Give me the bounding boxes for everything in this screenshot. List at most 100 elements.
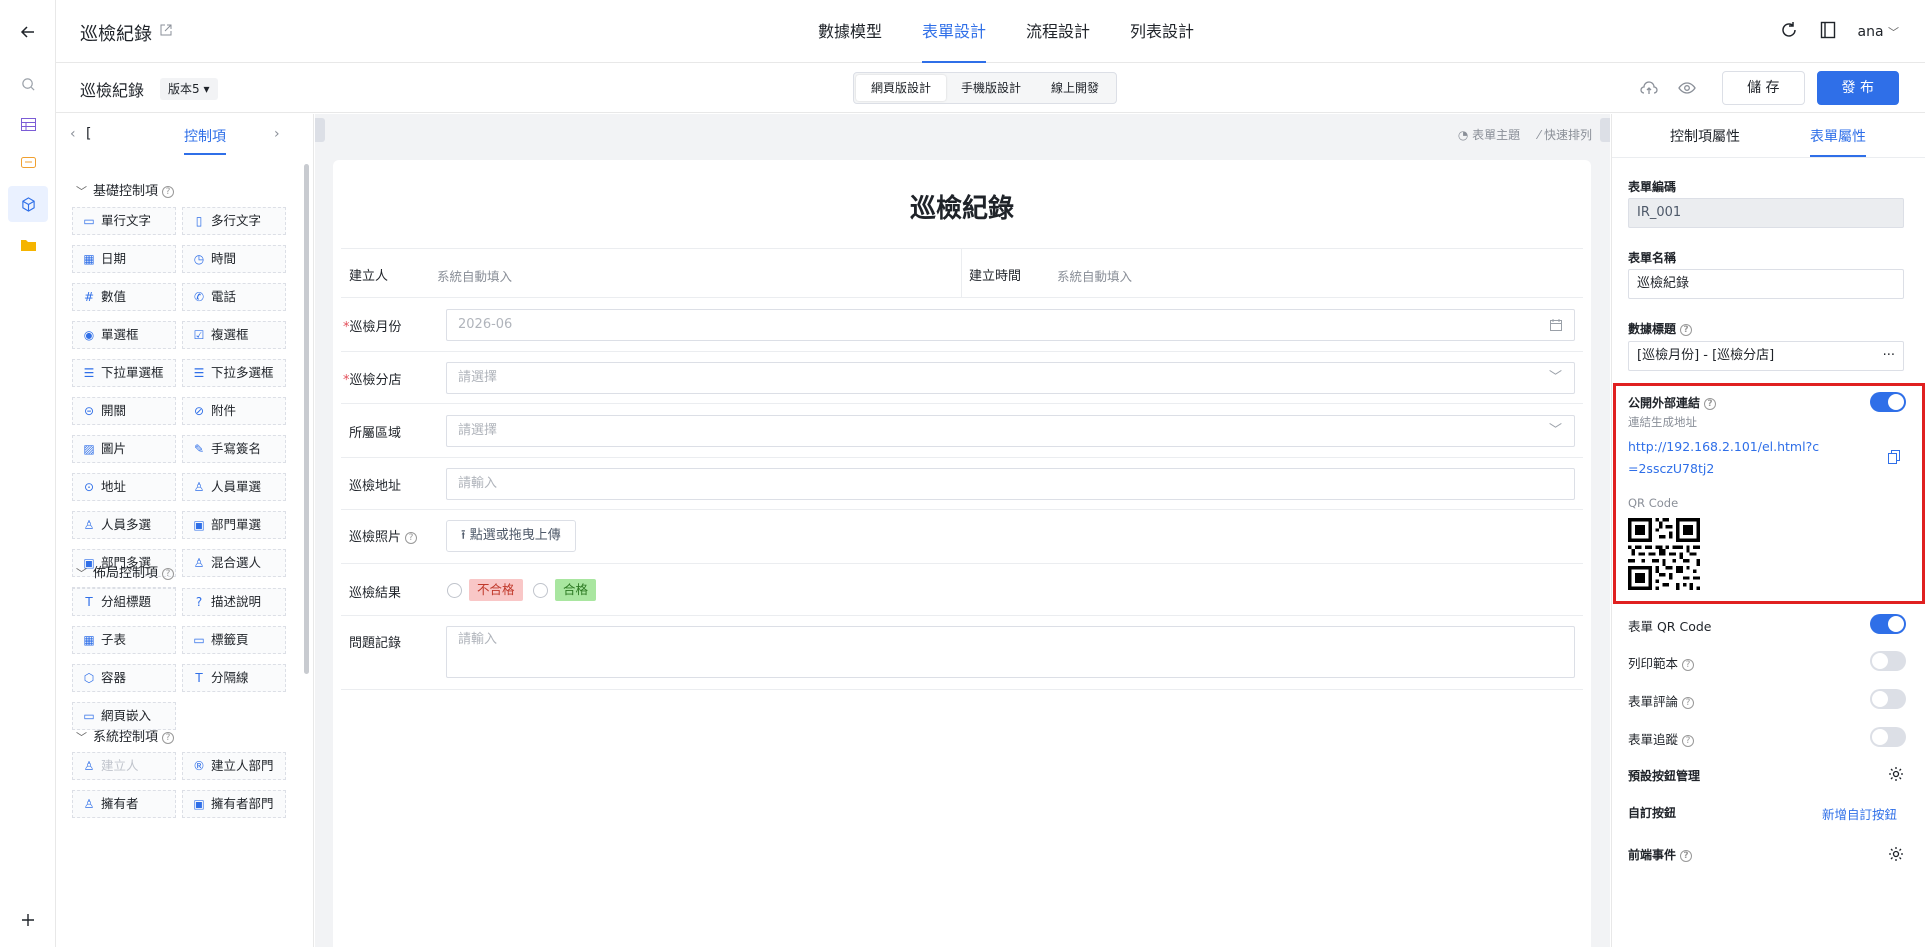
basic-control-3[interactable]: ◷ 時間: [182, 245, 286, 273]
gear-icon[interactable]: [1888, 846, 1904, 862]
layout-control-3[interactable]: ▭ 標籤頁: [182, 626, 286, 654]
external-link-icon[interactable]: [160, 24, 172, 40]
field-row-month[interactable]: *巡檢月份 2026-06: [341, 298, 1583, 352]
tab-control-props[interactable]: 控制項屬性: [1670, 126, 1740, 146]
basic-control-10[interactable]: ⊝ 開關: [72, 397, 176, 425]
control-label: 描述說明: [211, 594, 262, 609]
help-icon: ?: [1682, 659, 1695, 671]
basic-control-15[interactable]: ♙ 人員單選: [182, 473, 286, 501]
month-date-input[interactable]: 2026-06: [446, 309, 1575, 341]
basic-control-17[interactable]: ▣ 部門單選: [182, 511, 286, 539]
field-row-area[interactable]: 所屬區域 請選擇 ﹀: [341, 404, 1583, 458]
basic-control-14[interactable]: ⊙ 地址: [72, 473, 176, 501]
basic-control-12[interactable]: ▨ 圖片: [72, 435, 176, 463]
basic-control-0[interactable]: ▭ 單行文字: [72, 207, 176, 235]
basic-control-2[interactable]: ▦ 日期: [72, 245, 176, 273]
basic-control-8[interactable]: ☰ 下拉單選框: [72, 359, 176, 387]
palette-scrollbar[interactable]: [304, 164, 309, 674]
chevron-left-icon[interactable]: ‹: [70, 126, 76, 142]
tab-flow-design[interactable]: 流程設計: [1006, 0, 1110, 63]
layout-control-2[interactable]: ▦ 子表: [72, 626, 176, 654]
system-control-0[interactable]: ♙ 建立人: [72, 752, 176, 780]
field-row-result[interactable]: 巡檢結果 不合格 合格: [341, 564, 1583, 616]
layout-control-4[interactable]: ⬡ 容器: [72, 664, 176, 692]
table-icon[interactable]: [14, 110, 42, 138]
system-control-3[interactable]: ▣ 擁有者部門: [182, 790, 286, 818]
publish-button[interactable]: 發 布: [1816, 71, 1899, 105]
tab-list-design[interactable]: 列表設計: [1110, 0, 1214, 63]
basic-control-19[interactable]: ♙ 混合選人: [182, 549, 286, 577]
form-theme-button[interactable]: ◔ 表單主題: [1458, 126, 1520, 143]
system-control-2[interactable]: ♙ 擁有者: [72, 790, 176, 818]
basic-control-16[interactable]: ♙ 人員多選: [72, 511, 176, 539]
gear-icon[interactable]: [1888, 766, 1904, 782]
radio-fail[interactable]: [447, 583, 462, 598]
control-label: 單選框: [101, 327, 139, 342]
tab-controls[interactable]: 控制項: [184, 126, 226, 155]
basic-control-9[interactable]: ☰ 下拉多選框: [182, 359, 286, 387]
form-qr-toggle[interactable]: [1870, 614, 1906, 634]
tab-prev-partial[interactable]: [: [86, 126, 91, 142]
form-comment-toggle[interactable]: [1870, 689, 1906, 709]
book-icon[interactable]: [1820, 21, 1836, 43]
tab-data-model[interactable]: 數據模型: [798, 0, 902, 63]
collapse-left-handle[interactable]: [315, 118, 325, 142]
calendar-icon: [1550, 310, 1562, 343]
version-select[interactable]: 版本5 ▾: [160, 78, 218, 100]
refresh-icon[interactable]: [1780, 21, 1798, 43]
branch-select[interactable]: 請選擇 ﹀: [446, 362, 1575, 394]
address-input[interactable]: 請輸入: [446, 468, 1575, 500]
basic-control-5[interactable]: ✆ 電話: [182, 283, 286, 311]
basic-control-1[interactable]: ▯ 多行文字: [182, 207, 286, 235]
field-row-issue[interactable]: 問題記錄 請輸入: [341, 616, 1583, 690]
system-control-1[interactable]: ® 建立人部門: [182, 752, 286, 780]
field-row-photo[interactable]: 巡檢照片? ⭱ 點選或拖曳上傳: [341, 510, 1583, 564]
upload-button[interactable]: ⭱ 點選或拖曳上傳: [446, 520, 576, 552]
basic-control-7[interactable]: ☑ 複選框: [182, 321, 286, 349]
area-placeholder: 請選擇: [458, 423, 498, 438]
folder-icon[interactable]: [14, 230, 42, 258]
form-trace-toggle[interactable]: [1870, 727, 1906, 747]
quick-arrange-button[interactable]: ⁄ 快速排列: [1538, 126, 1592, 143]
group-basic[interactable]: ﹀ 基礎控制項?: [76, 180, 175, 199]
form-code-input[interactable]: IR_001: [1628, 198, 1904, 228]
eye-icon[interactable]: [1674, 75, 1700, 101]
canvas-tools: ◔ 表單主題 ⁄ 快速排列: [1458, 126, 1592, 143]
field-row-creator[interactable]: 建立人 系統自動填入 建立時間 系統自動填入: [341, 248, 1583, 298]
tab-form-props[interactable]: 表單屬性: [1810, 126, 1866, 157]
save-button[interactable]: 儲 存: [1722, 71, 1805, 105]
cube-icon[interactable]: [8, 186, 48, 222]
form-name-input[interactable]: 巡檢紀錄: [1628, 269, 1904, 299]
basic-control-6[interactable]: ◉ 單選框: [72, 321, 176, 349]
basic-control-11[interactable]: ⊘ 附件: [182, 397, 286, 425]
group-layout[interactable]: ﹀ 佈局控制項?: [76, 562, 175, 581]
user-menu[interactable]: ana ﹀: [1858, 24, 1899, 40]
field-row-address[interactable]: 巡檢地址 請輸入: [341, 458, 1583, 510]
seg-online-dev[interactable]: 線上開發: [1036, 75, 1114, 101]
group-system[interactable]: ﹀ 系統控制項?: [76, 726, 175, 745]
more-icon[interactable]: ···: [1883, 342, 1895, 370]
chat-icon[interactable]: [14, 150, 42, 178]
print-template-toggle[interactable]: [1870, 651, 1906, 671]
plus-icon[interactable]: [14, 906, 42, 934]
field-row-branch[interactable]: *巡檢分店 請選擇 ﹀: [341, 352, 1583, 404]
chevron-right-icon[interactable]: ›: [274, 126, 280, 142]
data-title-input[interactable]: [巡檢月份] - [巡檢分店] ···: [1628, 341, 1904, 371]
collapse-right-handle[interactable]: [1600, 118, 1610, 142]
back-arrow-icon[interactable]: [14, 18, 42, 46]
add-custom-button-link[interactable]: 新增自訂按鈕: [1822, 804, 1897, 823]
basic-control-4[interactable]: # 數值: [72, 283, 176, 311]
control-type-icon: ✆: [193, 290, 205, 304]
layout-control-1[interactable]: ? 描述說明: [182, 588, 286, 616]
tab-form-design[interactable]: 表單設計: [902, 0, 1006, 63]
basic-control-13[interactable]: ✎ 手寫簽名: [182, 435, 286, 463]
issue-textarea[interactable]: 請輸入: [446, 626, 1575, 678]
layout-control-0[interactable]: T 分組標題: [72, 588, 176, 616]
radio-pass[interactable]: [533, 583, 548, 598]
seg-mobile-design[interactable]: 手機版設計: [946, 75, 1036, 101]
cloud-upload-icon[interactable]: [1636, 75, 1662, 101]
area-select[interactable]: 請選擇 ﹀: [446, 415, 1575, 447]
layout-control-5[interactable]: T 分隔線: [182, 664, 286, 692]
search-icon[interactable]: [14, 70, 42, 98]
seg-web-design[interactable]: 網頁版設計: [856, 75, 947, 101]
